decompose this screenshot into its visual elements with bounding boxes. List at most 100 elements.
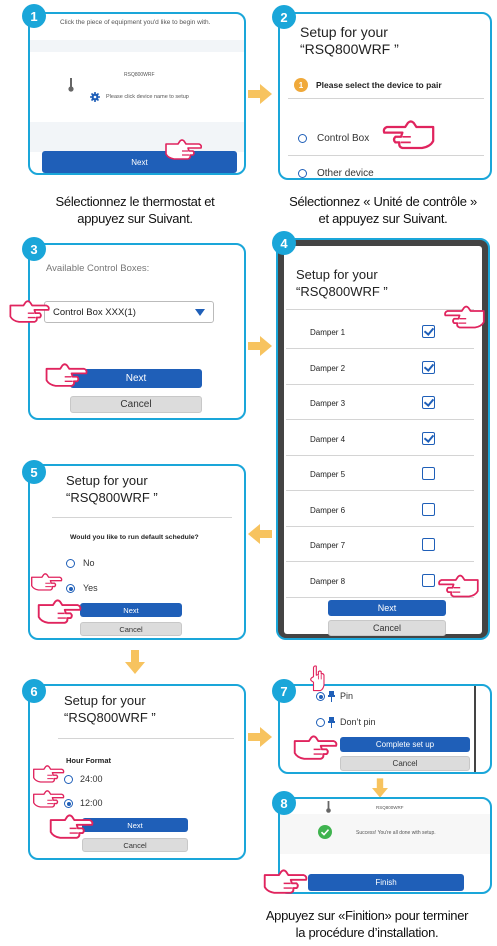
step-badge: 4 (272, 231, 296, 255)
damper-checkbox[interactable] (422, 573, 435, 587)
damper-label: Damper 4 (310, 434, 346, 444)
step-badge: 8 (272, 791, 296, 815)
damper-row[interactable]: Damper 6 (284, 498, 482, 528)
arrow-right-icon (248, 336, 272, 356)
next-button[interactable]: Next (82, 818, 188, 832)
divider (286, 561, 474, 562)
hour-format-label: Hour Format (66, 756, 111, 765)
pointing-hand-icon (48, 813, 96, 839)
damper-checkbox[interactable] (422, 502, 435, 516)
divider (286, 454, 474, 456)
step-badge: 3 (22, 237, 46, 261)
step1-instruction: Click the piece of equipment you'd like … (60, 19, 211, 26)
damper-row[interactable]: Damper 2 (284, 356, 482, 386)
setup-title: Setup for your “RSQ800WRF ” (300, 24, 399, 57)
caption-step1: Sélectionnez le thermostat et appuyez su… (55, 194, 215, 226)
damper-checkbox[interactable] (422, 396, 435, 409)
pointing-hand-icon (36, 598, 84, 624)
pointing-hand-icon (44, 362, 90, 387)
damper-label: Damper 2 (310, 363, 346, 373)
step-badge: 6 (22, 679, 46, 703)
gear-icon[interactable] (90, 92, 100, 102)
success-check-icon (318, 825, 332, 839)
step-number-badge: 1 (294, 78, 308, 92)
divider (288, 98, 484, 99)
control-box-select[interactable]: Control Box XXX(1) (44, 301, 214, 323)
pointing-hand-icon (8, 299, 52, 323)
finish-button[interactable]: Finish (308, 874, 464, 891)
pointing-hand-icon (262, 868, 310, 894)
damper-row[interactable]: Damper 7 (284, 533, 482, 563)
damper-checkbox[interactable] (422, 538, 435, 551)
step8-panel: RSQ800WRF Success! You're all done with … (278, 797, 492, 894)
cancel-button[interactable]: Cancel (80, 622, 182, 636)
next-button[interactable]: Next (42, 151, 237, 173)
damper-checkbox[interactable] (422, 467, 435, 480)
pointing-hand-icon (32, 764, 66, 783)
pin-label: Pin (340, 691, 354, 701)
setup-hint: Please click device name to setup (106, 94, 189, 100)
dont-pin-radio[interactable] (316, 718, 325, 727)
thermometer-icon (68, 78, 74, 92)
setup-title: Setup for your “RSQ800WRF ” (64, 693, 156, 725)
no-radio[interactable] (66, 559, 75, 568)
step-badge: 7 (272, 679, 296, 703)
divider (286, 490, 474, 491)
thermometer-icon (326, 801, 331, 813)
12h-label: 12:00 (80, 798, 103, 808)
next-button[interactable]: Next (80, 603, 182, 617)
step-badge: 2 (272, 5, 296, 29)
pointing-hand-icon (380, 118, 436, 150)
arrow-down-icon (125, 650, 145, 674)
yes-radio[interactable] (66, 584, 75, 593)
available-control-boxes-label: Available Control Boxes: (46, 263, 150, 274)
damper-label: Damper 3 (310, 399, 346, 408)
step-badge: 1 (22, 4, 46, 28)
step-badge: 5 (22, 460, 46, 484)
arrow-right-icon (248, 727, 272, 747)
pin-radio[interactable] (316, 692, 325, 701)
pointing-hand-icon (30, 572, 64, 591)
pointing-hand-icon (436, 573, 480, 598)
divider (286, 419, 474, 420)
complete-setup-button[interactable]: Complete set up (340, 737, 470, 752)
step1-footer-band (30, 122, 244, 152)
pointing-hand-icon (32, 789, 66, 808)
cancel-button[interactable]: Cancel (328, 620, 446, 636)
step3-panel: Available Control Boxes: Control Box XXX… (28, 243, 246, 420)
other-device-label: Other device (317, 168, 374, 179)
damper-row[interactable]: Damper 3 (284, 391, 482, 421)
cancel-button[interactable]: Cancel (340, 756, 470, 771)
cancel-button[interactable]: Cancel (82, 838, 188, 852)
damper-row[interactable]: Damper 5 (284, 462, 482, 492)
damper-label: Damper 8 (310, 576, 346, 586)
24h-label: 24:00 (80, 774, 103, 784)
next-button[interactable]: Next (328, 600, 446, 616)
damper-checkbox[interactable] (422, 431, 435, 445)
step2-panel: Setup for your “RSQ800WRF ” 1 Please sel… (278, 12, 492, 180)
pointing-hand-icon (442, 304, 486, 329)
damper-label: Damper 5 (310, 470, 346, 479)
pointing-hand-icon (292, 734, 340, 760)
divider (286, 383, 474, 385)
default-schedule-question: Would you like to run default schedule? (70, 534, 199, 541)
step1-separator (30, 40, 244, 52)
control-box-label: Control Box (317, 133, 370, 144)
setup-title: Setup for your “RSQ800WRF ” (296, 267, 388, 299)
damper-checkbox[interactable] (422, 325, 435, 338)
device-name: RSQ800WRF (376, 805, 404, 810)
device-name: RSQ800WRF (124, 72, 155, 78)
success-message: Success! You're all done with setup. (356, 830, 436, 836)
cancel-button[interactable]: Cancel (70, 396, 202, 413)
step7-rule (474, 686, 476, 772)
pointing-hand-icon (164, 138, 204, 160)
step-instruction: Please select the device to pair (316, 80, 442, 90)
control-box-radio[interactable] (298, 134, 307, 143)
pin-icon (328, 691, 335, 702)
damper-checkbox[interactable] (422, 360, 435, 374)
damper-label: Damper 6 (310, 505, 346, 515)
caption-step2: Sélectionnez « Unité de contrôle » et ap… (289, 194, 477, 226)
damper-row[interactable]: Damper 4 (284, 427, 482, 457)
other-device-radio[interactable] (298, 169, 307, 178)
divider (288, 155, 484, 156)
